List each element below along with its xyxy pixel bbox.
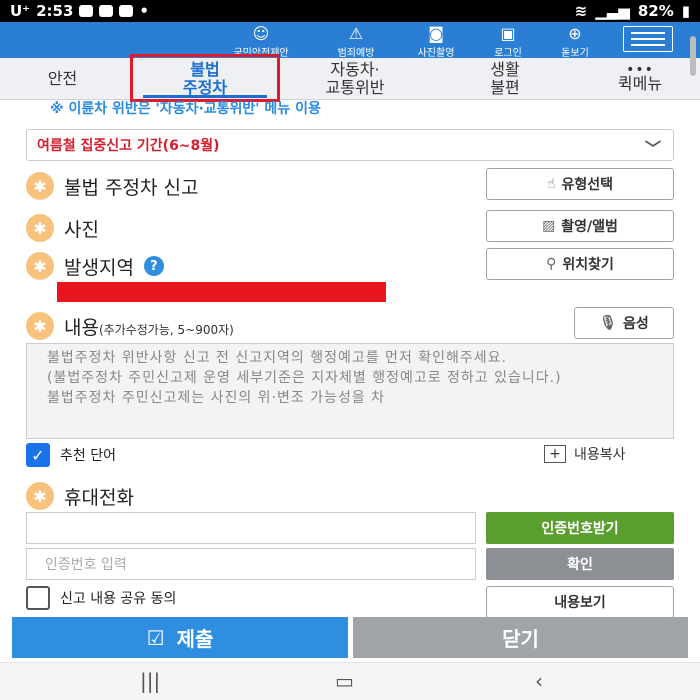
tab-quick-menu[interactable]: ••• 퀵메뉴: [595, 58, 685, 100]
phone-input[interactable]: [26, 512, 476, 544]
recommend-words-checkbox[interactable]: ✓ 추천 단어: [26, 443, 116, 467]
scrollbar-thumb[interactable]: [690, 36, 696, 76]
voice-input-label: 음성: [623, 316, 649, 332]
tab-traffic-violation[interactable]: 자동차· 교통위반: [295, 58, 415, 100]
checkbox-unchecked-icon: [26, 586, 50, 610]
tab-label: 퀵메뉴: [617, 74, 663, 93]
share-agree-checkbox[interactable]: 신고 내용 공유 동의: [26, 586, 176, 610]
period-select-value: 여름철 집중신고 기간(6~8월): [37, 138, 220, 154]
dot-icon: •: [139, 2, 150, 20]
image-icon: ▨: [542, 218, 556, 234]
system-nav-bar: ||| ▭ ‹: [0, 662, 700, 700]
photo-album-label: 촬영/앨범: [561, 219, 618, 235]
tab-label: 안전: [47, 69, 78, 88]
talk-icon: [79, 5, 94, 17]
phone-row: ✱ 휴대전화: [26, 482, 134, 510]
share-agree-label: 신고 내용 공유 동의: [60, 591, 177, 607]
person-icon: ☺: [252, 24, 270, 43]
location-row: ✱ 발생지역 ?: [26, 252, 164, 280]
recommend-words-label: 추천 단어: [60, 448, 116, 464]
submit-label: 제출: [176, 627, 214, 651]
tab-daily-inconvenience[interactable]: 생활 불편: [450, 58, 560, 100]
close-button[interactable]: 닫기: [353, 617, 688, 658]
report-type-row: ✱ 불법 주정차 신고: [26, 172, 198, 200]
microphone-icon: 🎙: [599, 315, 617, 331]
copy-content-button[interactable]: + 내용복사: [544, 444, 626, 464]
photo-label: 사진: [64, 218, 99, 241]
required-star-icon: ✱: [26, 214, 54, 242]
required-star-icon: ✱: [26, 482, 54, 510]
checkbox-checked-icon: ✓: [26, 443, 50, 467]
header-item-label: 사진촬영: [417, 48, 455, 59]
find-location-label: 위치찾기: [562, 257, 614, 273]
type-select-label: 유형선택: [561, 177, 614, 193]
voice-input-button[interactable]: 🎙 음성: [574, 307, 674, 339]
required-star-icon: ✱: [26, 312, 54, 340]
category-tabs: 안전 불법 주정차 자동차· 교통위반 생활 불편 ••• 퀵메뉴: [0, 58, 700, 100]
content-hint: (추가수정가능, 5~900자): [98, 322, 234, 337]
redacted-address: [57, 282, 386, 302]
photo-album-button[interactable]: ▨ 촬영/앨범: [486, 210, 674, 242]
notice-text: ※ 이륜차 위반은 '자동차·교통위반' 메뉴 이용: [50, 101, 321, 117]
content-row: ✱ 내용(추가수정가능, 5~900자): [26, 312, 234, 340]
content-textarea[interactable]: 불법주정차 위반사항 신고 전 신고지역의 행정예고를 먼저 확인해주세요. (…: [26, 343, 674, 439]
zoom-icon: ⊕: [568, 24, 582, 43]
carrier-label: U⁺: [10, 2, 31, 20]
status-bar: U⁺ 2:53 • ≋ ▁▃▅ 82% ▮: [0, 0, 700, 22]
app-header: ☺ 국민안전제안 ⚠ 범죄예방 ◙ 사진촬영 ▣ 로그인 ⊕ 돋보기: [0, 22, 700, 59]
confirm-code-button[interactable]: 확인: [486, 548, 674, 580]
header-item-login[interactable]: ▣ 로그인: [472, 24, 544, 59]
battery-icon: ▮: [681, 2, 690, 20]
home-icon[interactable]: ▭: [335, 669, 354, 693]
required-star-icon: ✱: [26, 172, 54, 200]
signal-icon: ▁▃▅: [595, 2, 630, 20]
chevron-down-icon: ﹀: [644, 139, 661, 158]
hand-icon: ☝: [546, 176, 556, 192]
request-code-button[interactable]: 인증번호받기: [486, 512, 674, 544]
scrollbar[interactable]: [690, 36, 696, 656]
help-icon[interactable]: ?: [143, 256, 164, 276]
gallery-icon: [119, 5, 134, 17]
tab-label: 자동차·: [330, 60, 380, 79]
battery-label: 82%: [637, 2, 674, 20]
header-item-label: 돋보기: [561, 48, 589, 59]
clock: 2:53: [36, 2, 74, 20]
required-star-icon: ✱: [26, 252, 54, 280]
photo-row: ✱ 사진: [26, 214, 99, 242]
plus-icon: +: [544, 445, 566, 463]
header-item-zoom[interactable]: ⊕ 돋보기: [539, 24, 611, 59]
location-pin-icon: ⚲: [546, 256, 557, 272]
header-item-label: 범죄예방: [337, 48, 375, 59]
tab-label: 불편: [490, 78, 520, 97]
verification-code-input[interactable]: 인증번호 입력: [26, 548, 476, 580]
hamburger-menu-button[interactable]: [623, 26, 673, 52]
recent-apps-icon[interactable]: |||: [140, 669, 160, 693]
tab-safety[interactable]: 안전: [15, 58, 110, 100]
header-item-crime-prevention[interactable]: ⚠ 범죄예방: [320, 24, 392, 59]
view-content-button[interactable]: 내용보기: [486, 586, 674, 618]
header-item-photo[interactable]: ◙ 사진촬영: [400, 24, 472, 59]
siren-icon: ⚠: [348, 24, 364, 43]
view-content-label: 내용보기: [554, 595, 606, 611]
cloud-icon: [99, 5, 114, 17]
tab-label: 생활: [490, 60, 520, 79]
period-select[interactable]: 여름철 집중신고 기간(6~8월) ﹀: [26, 129, 674, 161]
find-location-button[interactable]: ⚲ 위치찾기: [486, 248, 674, 280]
copy-content-label: 내용복사: [574, 447, 626, 463]
type-select-button[interactable]: ☝ 유형선택: [486, 168, 674, 200]
lock-icon: ▣: [500, 24, 516, 43]
tab-label: 교통위반: [325, 78, 385, 97]
content-label: 내용: [64, 316, 99, 339]
report-type-label: 불법 주정차 신고: [64, 176, 199, 199]
submit-doc-icon: ☑: [146, 625, 165, 650]
wifi-icon: ≋: [574, 2, 588, 20]
camera-icon: ◙: [428, 24, 444, 43]
phone-label: 휴대전화: [64, 486, 134, 509]
highlight-annotation-box: [130, 54, 280, 102]
back-icon[interactable]: ‹: [535, 669, 543, 693]
header-item-label: 로그인: [494, 48, 522, 59]
submit-button[interactable]: ☑ 제출: [12, 617, 348, 658]
location-label: 발생지역: [64, 256, 134, 279]
